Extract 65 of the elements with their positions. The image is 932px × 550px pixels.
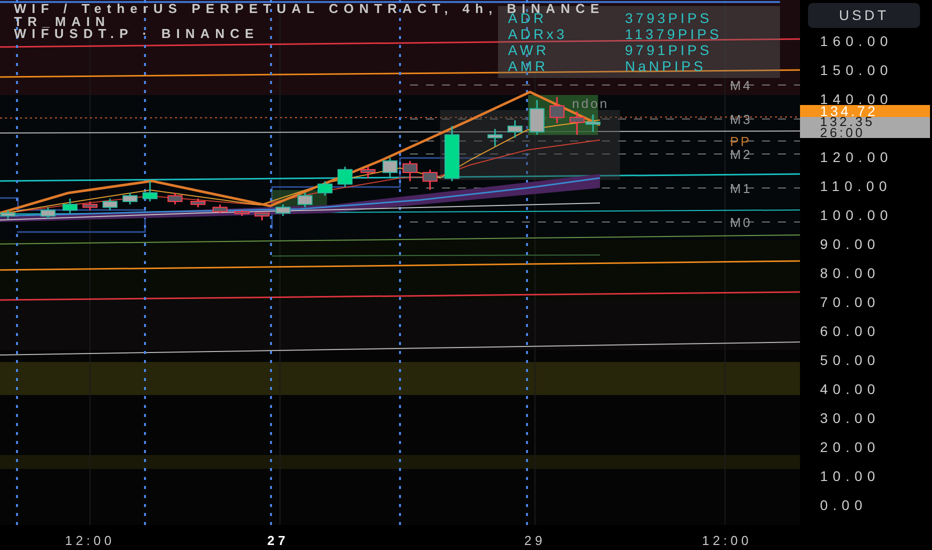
price-axis-label: 80.00	[820, 268, 880, 279]
level-label: PP	[730, 135, 752, 148]
candle	[102, 198, 118, 210]
candle	[338, 166, 352, 187]
candle	[488, 129, 502, 146]
candle	[586, 114, 600, 132]
level-label: M4	[730, 79, 752, 92]
level-label: M1	[730, 182, 752, 195]
time-axis-label: 29	[524, 532, 546, 550]
time-axis-label: 27	[267, 532, 289, 550]
candle	[190, 198, 206, 208]
time-axis-label: 12:00	[64, 532, 116, 550]
range-value: 11379PIPS	[625, 26, 722, 42]
candle	[142, 181, 158, 202]
indicator-name: TR_MAIN	[14, 16, 110, 28]
countdown-timer: 26:00	[820, 128, 866, 138]
candle	[402, 160, 418, 182]
candle	[276, 204, 290, 216]
range-label: AWR	[508, 42, 550, 58]
candle	[422, 170, 438, 190]
price-axis-label: 120.00	[820, 152, 893, 163]
range-value: 9791PIPS	[625, 42, 712, 58]
currency-button[interactable]: USDT	[808, 3, 920, 28]
price-value: 132.35	[820, 117, 876, 128]
price-axis-label: 150.00	[820, 65, 893, 76]
price-axis-label: 140.00	[820, 94, 893, 105]
price-axis-label: 100.00	[820, 210, 893, 221]
level-label: M2	[730, 148, 752, 161]
candle	[530, 100, 544, 135]
candle	[82, 202, 98, 210]
price-axis-label: 110.00	[820, 181, 892, 192]
last-price-tag: 134.72	[800, 105, 930, 118]
candle	[0, 210, 16, 219]
price-axis-label: 70.00	[820, 297, 880, 308]
candle	[550, 97, 564, 124]
candle	[62, 198, 78, 214]
price-axis-label: 50.00	[820, 355, 880, 366]
candle	[318, 181, 332, 196]
candle	[168, 192, 182, 204]
range-label: ADRx3	[508, 26, 568, 42]
range-value: NaNPIPS	[625, 58, 706, 74]
candle	[298, 192, 312, 208]
candle	[40, 207, 56, 219]
range-value: 3793PIPS	[625, 10, 712, 26]
price-axis-label: 160.00	[820, 36, 893, 47]
price-axis-label: 40.00	[820, 384, 880, 395]
time-axis-label: 12:00	[702, 532, 752, 550]
level-label: M0	[730, 216, 752, 229]
price-axis-label: 90.00	[820, 239, 880, 250]
price-axis-label: 30.00	[820, 413, 880, 424]
candle	[508, 120, 522, 138]
candle	[444, 126, 460, 182]
candle	[360, 166, 376, 178]
candle	[382, 158, 398, 178]
candle	[234, 210, 250, 216]
price-axis-label: 0.00	[820, 500, 868, 511]
candle	[254, 212, 270, 220]
price-axis-label: 60.00	[820, 326, 880, 337]
candle	[212, 204, 228, 214]
symbol-exchange: WIFUSDT.P · BINANCE	[14, 28, 260, 40]
price-axis-label: 20.00	[820, 442, 880, 453]
candle	[122, 192, 138, 204]
price-axis-label: 10.00	[820, 471, 880, 482]
candle	[570, 112, 584, 135]
range-label: AMR	[508, 58, 550, 74]
